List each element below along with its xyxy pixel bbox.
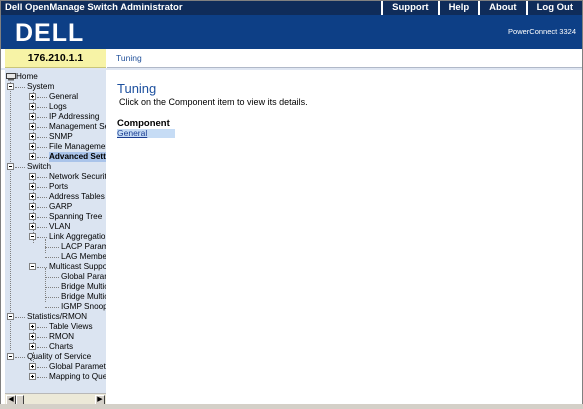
tree-label: Charts [49, 342, 74, 351]
tree-label: Spanning Tree [49, 212, 103, 221]
tree-label: Logs [49, 102, 67, 111]
tree-label: Quality of Service [27, 352, 92, 361]
tree-label: File Managemer [49, 142, 106, 151]
support-link[interactable]: Support [381, 1, 437, 15]
expand-icon[interactable] [29, 173, 36, 180]
tree-label: GARP [49, 202, 73, 211]
tree-guide [10, 82, 11, 350]
main-content: Tuning Click on the Component item to vi… [107, 70, 582, 408]
dell-logo-text: DELL [15, 19, 84, 47]
collapse-icon[interactable] [29, 233, 36, 240]
help-link[interactable]: Help [437, 1, 479, 15]
collapse-icon[interactable] [7, 83, 14, 90]
tree-label: Address Tables [49, 192, 105, 201]
tree-label: LAG Membe [61, 252, 106, 261]
tree-label: Mapping to Que [49, 372, 106, 381]
breadcrumb-bar: Tuning [107, 49, 582, 68]
tree-label: LACP Param [61, 242, 106, 251]
tree-label: IGMP Snoop [61, 302, 106, 311]
tree-label: Home [16, 72, 38, 81]
expand-icon[interactable] [29, 373, 36, 380]
table-row: General [117, 129, 175, 138]
tree-label: System [27, 82, 55, 91]
expand-icon[interactable] [29, 193, 36, 200]
tree-label: Switch [27, 162, 52, 171]
expand-icon[interactable] [29, 133, 36, 140]
log-out-link[interactable]: Log Out [525, 1, 582, 15]
banner: DELL PowerConnect 3324 [1, 15, 582, 49]
tree-label: Global Paran [61, 272, 106, 281]
expand-icon[interactable] [29, 333, 36, 340]
collapse-icon[interactable] [7, 353, 14, 360]
expand-icon[interactable] [29, 203, 36, 210]
expand-icon[interactable] [29, 363, 36, 370]
tree-label: Multicast Suppo [49, 262, 106, 271]
top-menu-bar: Dell OpenManage Switch Administrator Sup… [1, 1, 582, 15]
tree-label: RMON [49, 332, 75, 341]
tree-label: Statistics/RMON [27, 312, 88, 321]
tree-label: SNMP [49, 132, 73, 141]
tree-label: Ports [49, 182, 69, 191]
tree-label: Table Views [49, 322, 93, 331]
expand-icon[interactable] [29, 153, 36, 160]
about-link[interactable]: About [478, 1, 525, 15]
computer-icon [6, 73, 16, 81]
tree-label: IP Addressing [49, 112, 100, 121]
tree-label: Network Securit [49, 172, 106, 181]
tree-label: Bridge Multic [61, 292, 106, 301]
page-description: Click on the Component item to view its … [119, 97, 308, 107]
status-bar [0, 404, 583, 409]
expand-icon[interactable] [29, 123, 36, 130]
page-title: Tuning [117, 81, 157, 96]
tree-label: General [49, 92, 79, 101]
expand-icon[interactable] [29, 183, 36, 190]
expand-icon[interactable] [29, 213, 36, 220]
expand-icon[interactable] [29, 103, 36, 110]
collapse-icon[interactable] [7, 313, 14, 320]
tree-guide [45, 239, 46, 253]
app-title: Dell OpenManage Switch Administrator [5, 2, 183, 13]
expand-icon[interactable] [29, 113, 36, 120]
expand-icon[interactable] [29, 323, 36, 330]
model-label: PowerConnect 3324 [508, 27, 576, 36]
navigation-tree: Home System General Logs IP Addressing M… [5, 70, 106, 393]
tree-label: Link Aggregatior [49, 232, 106, 241]
expand-icon[interactable] [29, 343, 36, 350]
dell-logo: DELL [15, 19, 84, 47]
expand-icon[interactable] [29, 143, 36, 150]
component-table: Component General [117, 118, 175, 138]
expand-icon[interactable] [29, 93, 36, 100]
expand-icon[interactable] [29, 223, 36, 230]
general-component-link[interactable]: General [117, 128, 147, 138]
collapse-icon[interactable] [7, 163, 14, 170]
tree-label: Management Se [49, 122, 106, 131]
tree-label: Bridge Multic [61, 282, 106, 291]
tree-label: Advanced Sett [49, 152, 106, 162]
device-ip: 176.210.1.1 [5, 49, 106, 68]
tree-label: Global Paramete [49, 362, 106, 371]
tree-label: VLAN [49, 222, 71, 231]
breadcrumb: Tuning [116, 53, 142, 63]
collapse-icon[interactable] [29, 263, 36, 270]
browser-window: Dell OpenManage Switch Administrator Sup… [0, 0, 583, 409]
top-menu: Support Help About Log Out [381, 1, 582, 15]
